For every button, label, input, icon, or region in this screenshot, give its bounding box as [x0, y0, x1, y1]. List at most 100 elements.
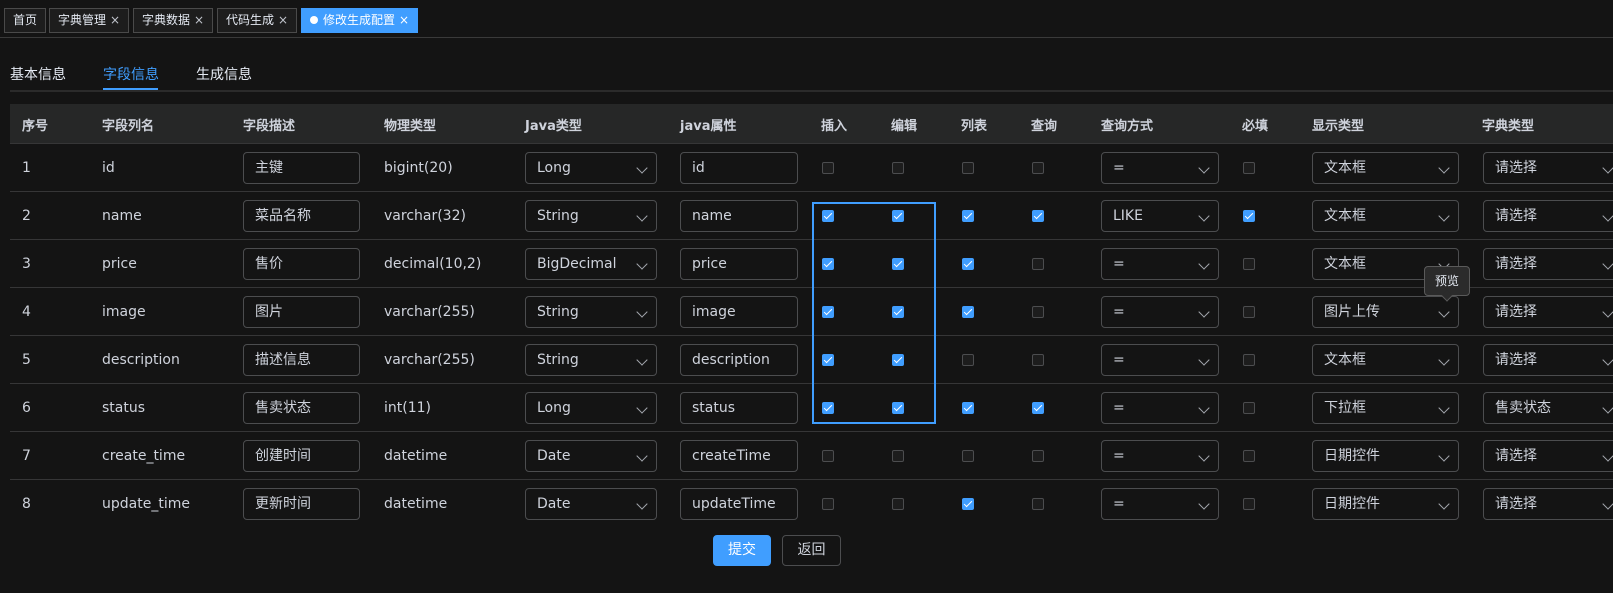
edit-checkbox[interactable] — [892, 306, 904, 318]
query-checkbox[interactable] — [1032, 306, 1044, 318]
field-desc-input[interactable]: 主键 — [243, 152, 360, 184]
list-checkbox[interactable] — [962, 258, 974, 270]
required-checkbox[interactable] — [1243, 402, 1255, 414]
java-field-input[interactable]: updateTime — [680, 488, 798, 520]
java-field-input[interactable]: status — [680, 392, 798, 424]
java-field-input[interactable]: name — [680, 200, 798, 232]
java-field-input[interactable]: image — [680, 296, 798, 328]
dict-type-select[interactable]: 请选择 — [1483, 152, 1613, 184]
java-type-select[interactable]: String — [525, 344, 657, 376]
field-desc-input[interactable]: 创建时间 — [243, 440, 360, 472]
html-type-select[interactable]: 图片上传 — [1312, 296, 1459, 328]
field-desc-input[interactable]: 描述信息 — [243, 344, 360, 376]
list-checkbox[interactable] — [962, 306, 974, 318]
edit-checkbox[interactable] — [892, 498, 904, 510]
list-checkbox[interactable] — [962, 162, 974, 174]
insert-checkbox[interactable] — [822, 258, 834, 270]
query-checkbox[interactable] — [1032, 258, 1044, 270]
edit-checkbox[interactable] — [892, 354, 904, 366]
required-checkbox[interactable] — [1243, 498, 1255, 510]
back-button[interactable]: 返回 — [782, 535, 841, 566]
query-type-select[interactable]: = — [1101, 152, 1219, 184]
required-checkbox[interactable] — [1243, 450, 1255, 462]
tag-edit-gen-config[interactable]: 修改生成配置 × — [301, 8, 419, 33]
dict-type-select[interactable]: 请选择 — [1483, 200, 1613, 232]
html-type-select[interactable]: 文本框 — [1312, 200, 1459, 232]
java-type-select[interactable]: Date — [525, 440, 657, 472]
list-checkbox[interactable] — [962, 402, 974, 414]
query-type-select[interactable]: = — [1101, 344, 1219, 376]
insert-checkbox[interactable] — [822, 162, 834, 174]
edit-checkbox[interactable] — [892, 258, 904, 270]
dict-type-select[interactable]: 请选择 — [1483, 248, 1613, 280]
list-checkbox[interactable] — [962, 354, 974, 366]
java-field-input[interactable]: id — [680, 152, 798, 184]
java-type-select[interactable]: Long — [525, 152, 657, 184]
dict-type-select[interactable]: 请选择 — [1483, 296, 1613, 328]
close-icon[interactable]: × — [399, 13, 409, 27]
tag-dict-data[interactable]: 字典数据 × — [133, 8, 214, 33]
required-checkbox[interactable] — [1243, 306, 1255, 318]
required-checkbox[interactable] — [1243, 210, 1255, 222]
dict-type-select[interactable]: 请选择 — [1483, 440, 1613, 472]
list-checkbox[interactable] — [962, 450, 974, 462]
tab-field-info[interactable]: 字段信息 — [103, 64, 159, 84]
required-checkbox[interactable] — [1243, 162, 1255, 174]
java-field-input[interactable]: createTime — [680, 440, 798, 472]
list-checkbox[interactable] — [962, 498, 974, 510]
edit-checkbox[interactable] — [892, 402, 904, 414]
close-icon[interactable]: × — [194, 13, 204, 27]
edit-checkbox[interactable] — [892, 450, 904, 462]
tag-home[interactable]: 首页 — [4, 8, 47, 33]
query-checkbox[interactable] — [1032, 210, 1044, 222]
insert-checkbox[interactable] — [822, 498, 834, 510]
java-type-select[interactable]: BigDecimal — [525, 248, 657, 280]
insert-checkbox[interactable] — [822, 402, 834, 414]
tab-basic-info[interactable]: 基本信息 — [10, 64, 66, 84]
dict-type-select[interactable]: 请选择 — [1483, 344, 1613, 376]
edit-checkbox[interactable] — [892, 162, 904, 174]
submit-button[interactable]: 提交 — [713, 535, 771, 566]
query-type-select[interactable]: = — [1101, 392, 1219, 424]
java-type-select[interactable]: Long — [525, 392, 657, 424]
query-checkbox[interactable] — [1032, 354, 1044, 366]
close-icon[interactable]: × — [278, 13, 288, 27]
insert-checkbox[interactable] — [822, 306, 834, 318]
dict-type-select[interactable]: 请选择 — [1483, 488, 1613, 520]
html-type-select[interactable]: 日期控件 — [1312, 440, 1459, 472]
query-type-select[interactable]: = — [1101, 248, 1219, 280]
query-checkbox[interactable] — [1032, 162, 1044, 174]
query-checkbox[interactable] — [1032, 402, 1044, 414]
html-type-select[interactable]: 日期控件 — [1312, 488, 1459, 520]
tag-code-gen[interactable]: 代码生成 × — [217, 8, 298, 33]
field-desc-input[interactable]: 更新时间 — [243, 488, 360, 520]
html-type-select[interactable]: 文本框 — [1312, 344, 1459, 376]
java-field-input[interactable]: price — [680, 248, 798, 280]
list-checkbox[interactable] — [962, 210, 974, 222]
query-checkbox[interactable] — [1032, 498, 1044, 510]
insert-checkbox[interactable] — [822, 450, 834, 462]
insert-checkbox[interactable] — [822, 354, 834, 366]
query-type-select[interactable]: = — [1101, 440, 1219, 472]
java-field-input[interactable]: description — [680, 344, 798, 376]
field-desc-input[interactable]: 售卖状态 — [243, 392, 360, 424]
query-checkbox[interactable] — [1032, 450, 1044, 462]
field-desc-input[interactable]: 菜品名称 — [243, 200, 360, 232]
tab-gen-info[interactable]: 生成信息 — [196, 64, 252, 84]
query-type-select[interactable]: = — [1101, 488, 1219, 520]
java-type-select[interactable]: String — [525, 200, 657, 232]
java-type-select[interactable]: String — [525, 296, 657, 328]
dict-type-select[interactable]: 售卖状态 — [1483, 392, 1613, 424]
java-type-select[interactable]: Date — [525, 488, 657, 520]
query-type-select[interactable]: LIKE — [1101, 200, 1219, 232]
required-checkbox[interactable] — [1243, 258, 1255, 270]
field-desc-input[interactable]: 图片 — [243, 296, 360, 328]
html-type-select[interactable]: 下拉框 — [1312, 392, 1459, 424]
required-checkbox[interactable] — [1243, 354, 1255, 366]
edit-checkbox[interactable] — [892, 210, 904, 222]
html-type-select[interactable]: 文本框 — [1312, 152, 1459, 184]
close-icon[interactable]: × — [110, 13, 120, 27]
field-desc-input[interactable]: 售价 — [243, 248, 360, 280]
tag-dict-manage[interactable]: 字典管理 × — [49, 8, 130, 33]
insert-checkbox[interactable] — [822, 210, 834, 222]
